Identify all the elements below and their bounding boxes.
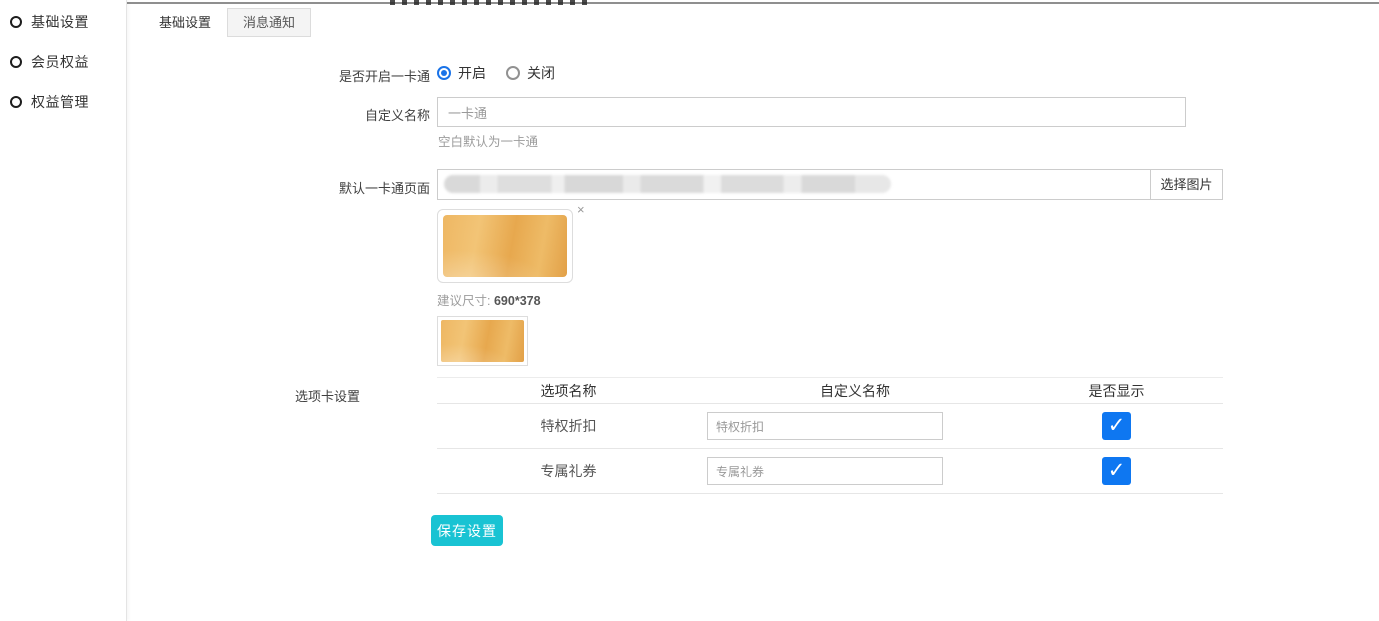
column-header-option-name: 选项名称: [437, 381, 700, 401]
option-name-cell: 专属礼券: [437, 461, 700, 481]
radio-on-label: 开启: [458, 63, 486, 83]
circle-icon: [10, 56, 22, 68]
column-header-custom-name: 自定义名称: [700, 381, 1010, 401]
enable-onecard-radio-group: 开启 关闭: [437, 63, 555, 83]
custom-name-cell-input[interactable]: [707, 412, 943, 440]
tab-message-notification[interactable]: 消息通知: [227, 8, 311, 37]
tab-bar: 基础设置 消息通知: [143, 8, 311, 37]
save-settings-button[interactable]: 保存设置: [431, 515, 503, 546]
visible-checkbox-checked[interactable]: ✓: [1102, 412, 1131, 440]
top-divider: [127, 2, 1379, 4]
check-icon: ✓: [1108, 459, 1126, 482]
page: 基础设置 会员权益 权益管理 基础设置 消息通知 是否开启一卡通 开启 关闭 自…: [0, 0, 1379, 621]
radio-selected-icon[interactable]: [437, 66, 451, 80]
tab-basic-settings[interactable]: 基础设置: [143, 8, 227, 37]
table-row: 特权折扣 ✓: [437, 404, 1223, 449]
close-icon[interactable]: ×: [577, 203, 585, 216]
circle-icon: [10, 16, 22, 28]
table-row: 专属礼券 ✓: [437, 449, 1223, 494]
enable-onecard-label: 是否开启一卡通: [130, 66, 430, 85]
size-hint-label: 建议尺寸:: [437, 294, 490, 308]
clipped-text-fragments: [390, 0, 590, 5]
visible-checkbox-checked[interactable]: ✓: [1102, 457, 1131, 485]
radio-option-off[interactable]: 关闭: [506, 63, 555, 83]
column-header-visible: 是否显示: [1010, 381, 1223, 401]
default-page-label: 默认一卡通页面: [130, 178, 430, 197]
radio-unselected-icon[interactable]: [506, 66, 520, 80]
image-preview-box: [437, 209, 573, 283]
tab-settings-label: 选项卡设置: [130, 386, 395, 405]
size-hint: 建议尺寸: 690*378: [437, 290, 541, 309]
sidebar-item-benefit-management[interactable]: 权益管理: [0, 82, 126, 122]
table-header-row: 选项名称 自定义名称 是否显示: [437, 378, 1223, 404]
select-image-button[interactable]: 选择图片: [1150, 169, 1223, 200]
sidebar-item-label: 权益管理: [31, 92, 89, 112]
default-page-input[interactable]: [437, 169, 1151, 200]
custom-name-label: 自定义名称: [130, 105, 430, 124]
check-icon: ✓: [1108, 414, 1126, 437]
sidebar-item-member-benefits[interactable]: 会员权益: [0, 42, 126, 82]
radio-off-label: 关闭: [527, 63, 555, 83]
tab-options-table: 选项名称 自定义名称 是否显示 特权折扣 ✓ 专属礼券 ✓: [437, 377, 1223, 494]
sidebar-item-label: 基础设置: [31, 12, 89, 32]
radio-option-on[interactable]: 开启: [437, 63, 486, 83]
redacted-url-text: [444, 175, 891, 193]
sidebar-item-basic-settings[interactable]: 基础设置: [0, 2, 126, 42]
circle-icon: [10, 96, 22, 108]
custom-name-cell-input[interactable]: [707, 457, 943, 485]
size-hint-value: 690*378: [494, 294, 541, 308]
custom-name-input[interactable]: [437, 97, 1186, 127]
sidebar: 基础设置 会员权益 权益管理: [0, 0, 127, 621]
option-name-cell: 特权折扣: [437, 416, 700, 436]
image-thumbnail-box: [437, 316, 528, 366]
default-page-group: 选择图片: [437, 169, 1223, 200]
onecard-image-preview: [443, 215, 567, 277]
onecard-image-thumbnail: [441, 320, 524, 362]
sidebar-item-label: 会员权益: [31, 52, 89, 72]
custom-name-hint: 空白默认为一卡通: [438, 131, 538, 150]
